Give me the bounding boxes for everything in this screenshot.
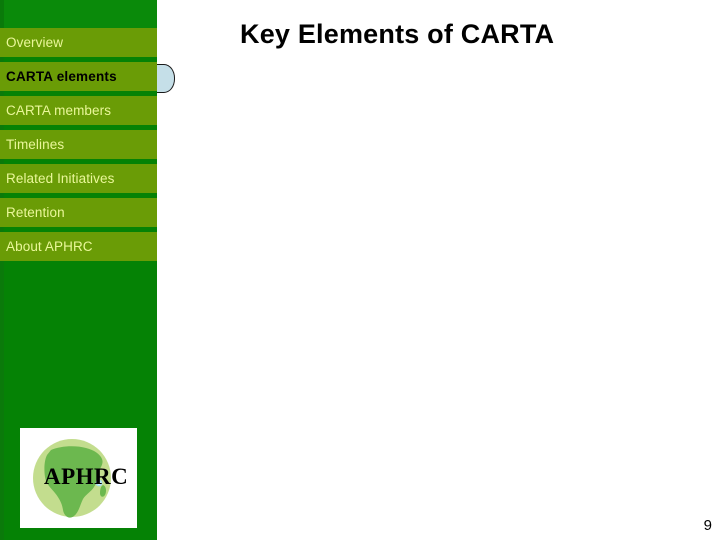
aphrc-logo-text: APHRC xyxy=(44,464,128,489)
page-title: Key Elements of CARTA xyxy=(240,19,555,49)
sidebar-item-label: Related Initiatives xyxy=(6,170,115,186)
sidebar-item-carta-members[interactable]: CARTA members xyxy=(0,96,157,125)
sidebar: Overview CARTA elements CARTA members Ti… xyxy=(0,0,157,540)
sidebar-item-about-aphrc[interactable]: About APHRC xyxy=(0,232,157,261)
sidebar-item-label: About APHRC xyxy=(6,238,93,254)
active-tab-indicator[interactable] xyxy=(157,64,175,93)
sidebar-item-label: CARTA elements xyxy=(6,68,117,84)
aphrc-logo: APHRC xyxy=(20,428,137,528)
sidebar-item-label: Timelines xyxy=(6,136,65,152)
sidebar-item-label: CARTA members xyxy=(6,102,112,118)
sidebar-item-related-initiatives[interactable]: Related Initiatives xyxy=(0,164,157,193)
sidebar-item-carta-elements[interactable]: CARTA elements xyxy=(0,62,157,91)
slide-canvas: Overview CARTA elements CARTA members Ti… xyxy=(0,0,720,540)
sidebar-item-label: Overview xyxy=(6,34,64,50)
sidebar-item-label: Retention xyxy=(6,204,65,220)
sidebar-nav: Overview CARTA elements CARTA members Ti… xyxy=(0,28,157,266)
page-number: 9 xyxy=(703,517,712,534)
sidebar-top-block xyxy=(0,0,157,28)
sidebar-item-overview[interactable]: Overview xyxy=(0,28,157,57)
sidebar-item-timelines[interactable]: Timelines xyxy=(0,130,157,159)
sidebar-item-retention[interactable]: Retention xyxy=(0,198,157,227)
